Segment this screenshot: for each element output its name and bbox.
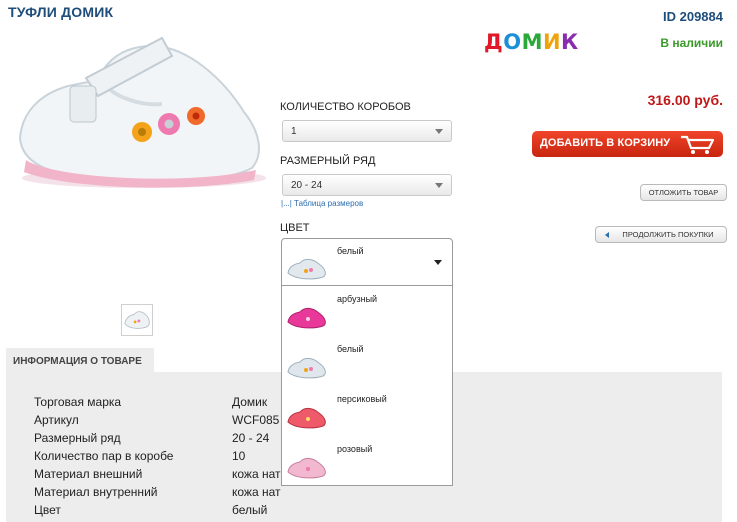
shoe-pink-icon: [287, 457, 326, 479]
size-table-link[interactable]: |...| Таблица размеров: [281, 199, 363, 208]
brand-letter: И: [542, 30, 562, 54]
spec-value: WCF085: [232, 413, 280, 427]
continue-shopping-label: ПРОДОЛЖИТЬ ПОКУПКИ: [622, 230, 714, 239]
add-to-cart-button[interactable]: ДОБАВИТЬ В КОРЗИНУ: [532, 131, 723, 157]
color-option[interactable]: розовый: [282, 436, 452, 486]
brand-letter: К: [561, 30, 579, 54]
shoe-peach-icon: [287, 407, 326, 429]
boxes-label: КОЛИЧЕСТВО КОРОБОВ: [280, 101, 411, 113]
tab-product-info[interactable]: ИНФОРМАЦИЯ О ТОВАРЕ: [6, 348, 154, 373]
color-value: белый: [337, 246, 364, 256]
color-option-label: персиковый: [337, 394, 387, 404]
defer-item-button[interactable]: ОТЛОЖИТЬ ТОВАР: [640, 184, 727, 201]
product-price: 316.00 руб.: [647, 92, 723, 108]
brand-letter: Д: [484, 30, 504, 54]
color-option-label: розовый: [337, 444, 373, 454]
boxes-select[interactable]: 1: [282, 120, 452, 142]
tab-product-info-label: ИНФОРМАЦИЯ О ТОВАРЕ: [13, 356, 142, 367]
shopping-cart-icon: [681, 135, 715, 154]
spec-value: кожа нат: [232, 485, 281, 499]
spec-value: кожа нат: [232, 467, 281, 481]
color-option-label: белый: [337, 344, 364, 354]
product-id: ID 209884: [663, 9, 723, 24]
color-option[interactable]: арбузный: [282, 286, 452, 336]
brand-logo: ДОМИК: [484, 30, 579, 54]
shoe-white-icon: [287, 258, 326, 280]
spec-key: Цвет: [34, 503, 61, 517]
product-title: ТУФЛИ ДОМИК: [8, 4, 114, 20]
size-value: 20 - 24: [291, 180, 323, 191]
spec-key: Материал внутренний: [34, 485, 158, 499]
brand-letter: О: [503, 30, 522, 54]
spec-key: Артикул: [34, 413, 79, 427]
spec-key: Размерный ряд: [34, 431, 121, 445]
spec-value: белый: [232, 503, 268, 517]
brand-letter: М: [521, 30, 543, 54]
color-dropdown: арбузный белый персиковый розовый: [281, 286, 453, 486]
spec-key: Количество пар в коробе: [34, 449, 174, 463]
spec-key: Материал внешний: [34, 467, 143, 481]
product-page: ТУФЛИ ДОМИК ID 209884 ДОМИК В наличии 31…: [0, 0, 737, 522]
color-option[interactable]: персиковый: [282, 386, 452, 436]
chevron-down-icon: [434, 260, 442, 265]
size-select[interactable]: 20 - 24: [282, 174, 452, 196]
spec-value: 20 - 24: [232, 431, 270, 445]
shoe-white-icon: [287, 357, 326, 379]
shoe-watermelon-icon: [287, 307, 326, 329]
color-option-label: арбузный: [337, 294, 378, 304]
product-thumbnail[interactable]: [121, 304, 153, 336]
spec-value: 10: [232, 449, 246, 463]
color-option[interactable]: белый: [282, 336, 452, 386]
color-select[interactable]: белый: [281, 238, 453, 286]
stock-status: В наличии: [660, 36, 723, 50]
spec-key: Торговая марка: [34, 395, 122, 409]
chevron-down-icon: [435, 183, 443, 188]
boxes-value: 1: [291, 126, 297, 137]
size-label: РАЗМЕРНЫЙ РЯД: [280, 155, 376, 167]
product-main-image[interactable]: [12, 20, 270, 192]
add-to-cart-label: ДОБАВИТЬ В КОРЗИНУ: [540, 137, 671, 149]
continue-shopping-button[interactable]: ПРОДОЛЖИТЬ ПОКУПКИ: [595, 226, 727, 243]
chevron-left-icon: [605, 232, 609, 238]
chevron-down-icon: [435, 129, 443, 134]
color-label: ЦВЕТ: [280, 222, 310, 234]
defer-item-label: ОТЛОЖИТЬ ТОВАР: [648, 188, 719, 197]
spec-value: Домик: [232, 395, 268, 409]
